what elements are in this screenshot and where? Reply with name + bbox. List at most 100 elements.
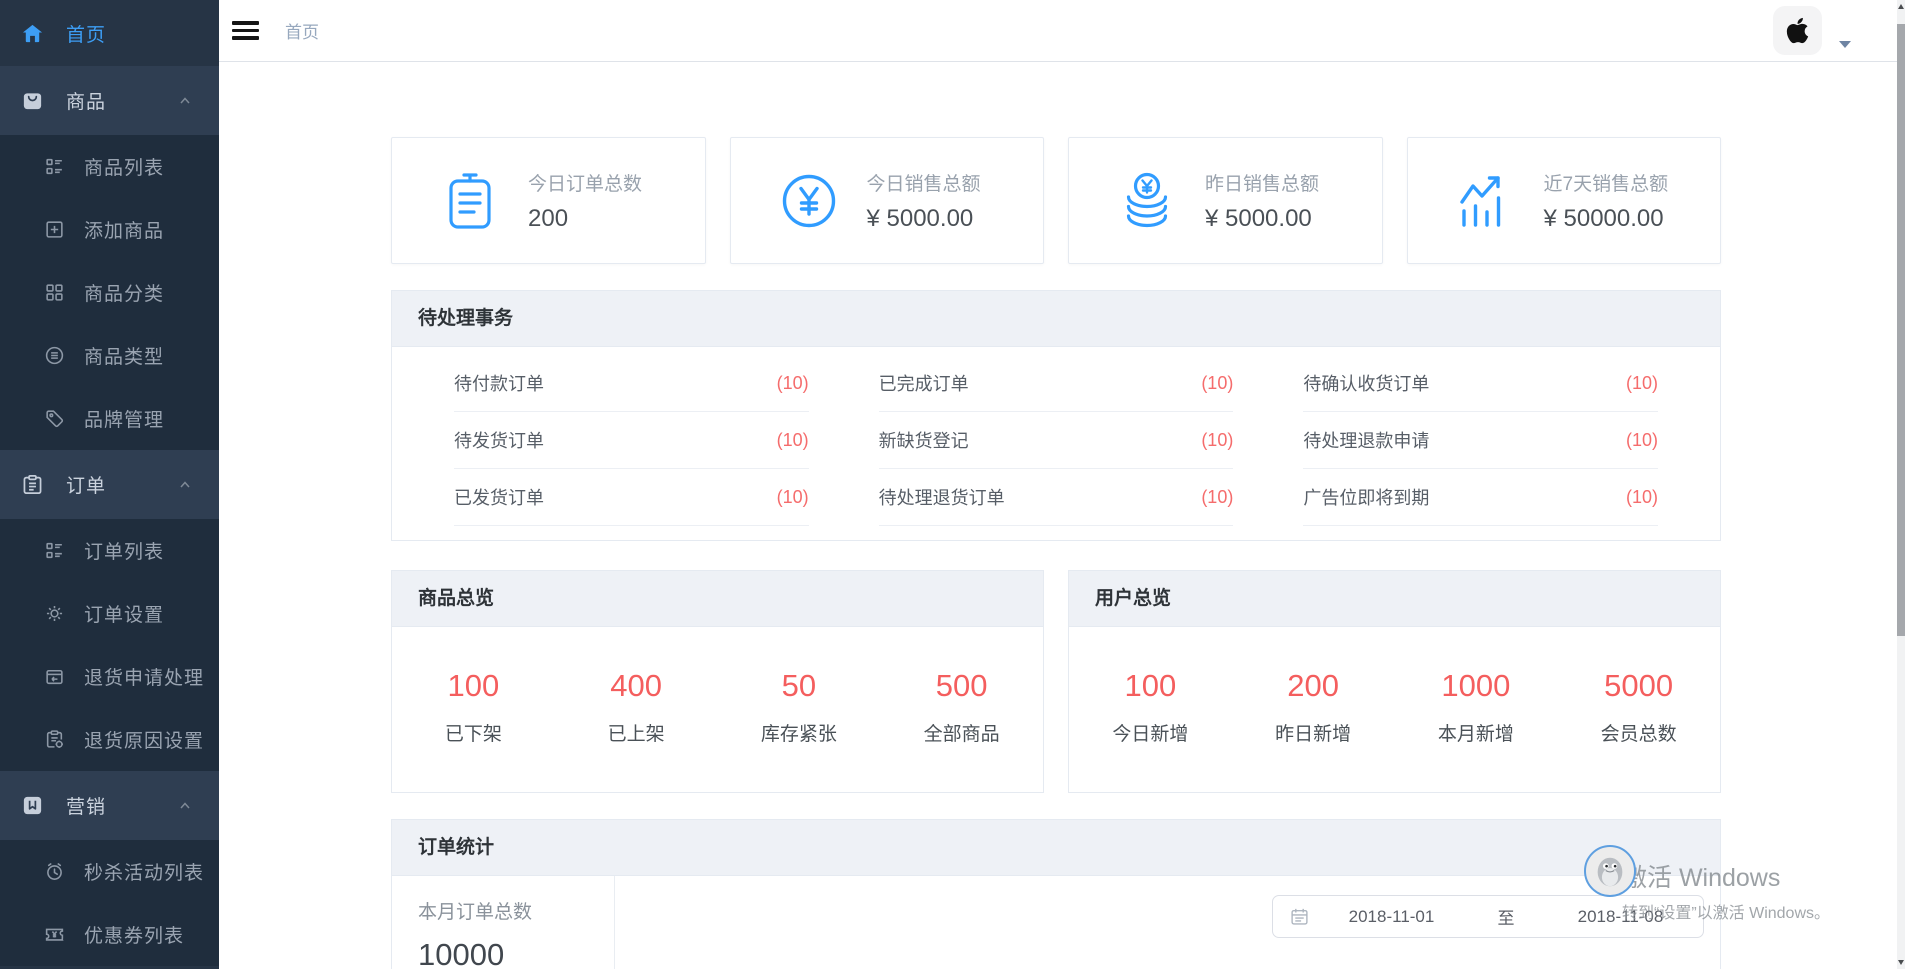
breadcrumb: 首页 <box>285 18 319 43</box>
date-range-picker[interactable]: 2018-11-01 至 2018-11-08 <box>1272 895 1704 938</box>
todo-item[interactable]: 已发货订单 (10) <box>454 469 809 526</box>
panel-title: 待处理事务 <box>392 291 1720 347</box>
stat-card: 今日订单总数 200 <box>391 137 706 264</box>
overview-stat: 100 已下架 <box>392 668 555 746</box>
sidebar-item[interactable]: 优惠券列表 <box>0 903 219 966</box>
sidebar-item-label: 商品 <box>66 87 106 114</box>
qq-penguin-icon <box>1591 852 1629 890</box>
circle-list-icon <box>43 345 65 366</box>
sidebar-item[interactable]: 退货申请处理 <box>0 645 219 708</box>
caret-down-icon[interactable] <box>1839 41 1851 48</box>
sidebar-item[interactable]: 商品 <box>0 66 219 135</box>
overview-stat-label: 本月新增 <box>1395 719 1558 746</box>
sidebar-item-label: 秒杀活动列表 <box>84 858 204 885</box>
qq-contact-button[interactable] <box>1584 845 1636 897</box>
panel-title: 用户总览 <box>1069 571 1720 627</box>
todo-item-count: (10) <box>777 373 809 394</box>
sidebar-item-label: 退货申请处理 <box>84 663 204 690</box>
yen-circle-icon <box>777 169 841 233</box>
sidebar-item[interactable]: 订单设置 <box>0 582 219 645</box>
product-overview-panel: 商品总览 100 已下架 400 已上架 <box>391 570 1044 793</box>
grid-icon <box>43 282 65 303</box>
todo-item[interactable]: 待处理退款申请 (10) <box>1303 412 1658 469</box>
overview-stat-value: 1000 <box>1395 668 1558 704</box>
overview-stat-label: 库存紧张 <box>718 719 881 746</box>
sidebar-item[interactable]: 订单列表 <box>0 519 219 582</box>
stat-card: 今日销售总额 ¥ 5000.00 <box>730 137 1045 264</box>
sidebar-item[interactable]: 商品类型 <box>0 324 219 387</box>
overview-stat-value: 500 <box>880 668 1043 704</box>
todo-item[interactable]: 已完成订单 (10) <box>879 355 1234 412</box>
sidebar-item[interactable]: 订单 <box>0 450 219 519</box>
overview-stat: 400 已上架 <box>555 668 718 746</box>
sidebar-item[interactable]: 商品列表 <box>0 135 219 198</box>
sidebar-item-label: 商品分类 <box>84 279 164 306</box>
scroll-down-arrow[interactable] <box>1898 960 1904 965</box>
todo-item-count: (10) <box>1626 430 1658 451</box>
user-overview-panel: 用户总览 100 今日新增 200 昨日新增 <box>1068 570 1721 793</box>
order-metric-value: 10000 <box>418 937 614 969</box>
todo-item[interactable]: 待发货订单 (10) <box>454 412 809 469</box>
date-separator: 至 <box>1474 904 1538 929</box>
topbar-right <box>1773 6 1851 55</box>
avatar[interactable] <box>1773 6 1822 55</box>
todo-item-count: (10) <box>1626 373 1658 394</box>
gear-icon <box>43 603 65 624</box>
sidebar-item-label: 订单列表 <box>84 537 164 564</box>
stat-card-label: 今日订单总数 <box>528 169 642 196</box>
overview-stat-label: 今日新增 <box>1069 719 1232 746</box>
stat-card-value: 200 <box>528 205 642 233</box>
sidebar: 首页 商品 商品列表 <box>0 0 219 969</box>
sidebar-item[interactable]: 品牌管理 <box>0 387 219 450</box>
stat-card-label: 昨日销售总额 <box>1205 169 1319 196</box>
bookmark-icon <box>19 794 45 817</box>
sidebar-item[interactable]: 添加商品 <box>0 198 219 261</box>
todo-item-label: 待付款订单 <box>454 370 544 396</box>
home-icon <box>19 22 45 45</box>
panel-title: 商品总览 <box>392 571 1043 627</box>
overview-stat-label: 全部商品 <box>880 719 1043 746</box>
scroll-up-arrow[interactable] <box>1898 4 1904 9</box>
sidebar-item[interactable]: 营销 <box>0 771 219 840</box>
todo-item-count: (10) <box>777 487 809 508</box>
sidebar-item-label: 首页 <box>66 20 106 47</box>
box-arrow-icon <box>43 666 65 687</box>
clipboard-icon <box>19 473 45 496</box>
sidebar-item[interactable]: 商品分类 <box>0 261 219 324</box>
stat-cards-row: 今日订单总数 200 今日销售总额 ¥ 5000.00 <box>391 137 1721 264</box>
stat-card: 昨日销售总额 ¥ 5000.00 <box>1068 137 1383 264</box>
date-end[interactable]: 2018-11-08 <box>1538 907 1703 927</box>
coins-icon <box>1115 169 1179 233</box>
sidebar-item-label: 订单 <box>66 471 106 498</box>
stat-card: 近7天销售总额 ¥ 50000.00 <box>1407 137 1722 264</box>
todo-item[interactable]: 待处理退货订单 (10) <box>879 469 1234 526</box>
todo-item[interactable]: 广告位即将到期 (10) <box>1303 469 1658 526</box>
square-plus-icon <box>43 219 65 240</box>
todo-item-label: 待确认收货订单 <box>1303 370 1429 396</box>
sidebar-item-label: 营销 <box>66 792 106 819</box>
todo-list: 待付款订单 (10) 已完成订单 (10) 待确认收货订单 (10) <box>392 347 1720 540</box>
scrollbar-thumb[interactable] <box>1897 24 1905 636</box>
overview-stat-value: 100 <box>392 668 555 704</box>
overview-stat-value: 100 <box>1069 668 1232 704</box>
tag-icon <box>43 408 65 429</box>
overview-stat: 5000 会员总数 <box>1557 668 1720 746</box>
scrollbar[interactable] <box>1897 0 1905 969</box>
todo-item-count: (10) <box>1626 487 1658 508</box>
stat-card-value: ¥ 5000.00 <box>1205 205 1319 233</box>
sidebar-item[interactable]: 首页 <box>0 0 219 66</box>
clipboard-stat-icon <box>438 169 502 233</box>
todo-item[interactable]: 新缺货登记 (10) <box>879 412 1234 469</box>
sidebar-item[interactable]: 秒杀活动列表 <box>0 840 219 903</box>
calendar-icon <box>1290 907 1309 926</box>
overview-stat-label: 昨日新增 <box>1232 719 1395 746</box>
chevron-up-icon <box>179 801 191 810</box>
hamburger-menu-button[interactable] <box>232 17 260 44</box>
todo-item[interactable]: 待付款订单 (10) <box>454 355 809 412</box>
todo-item[interactable]: 待确认收货订单 (10) <box>1303 355 1658 412</box>
date-start[interactable]: 2018-11-01 <box>1309 907 1474 927</box>
sidebar-item[interactable]: 退货原因设置 <box>0 708 219 771</box>
todo-item-label: 待处理退款申请 <box>1303 427 1429 453</box>
todo-item-count: (10) <box>1201 430 1233 451</box>
clipboard-gear-icon <box>43 729 65 750</box>
